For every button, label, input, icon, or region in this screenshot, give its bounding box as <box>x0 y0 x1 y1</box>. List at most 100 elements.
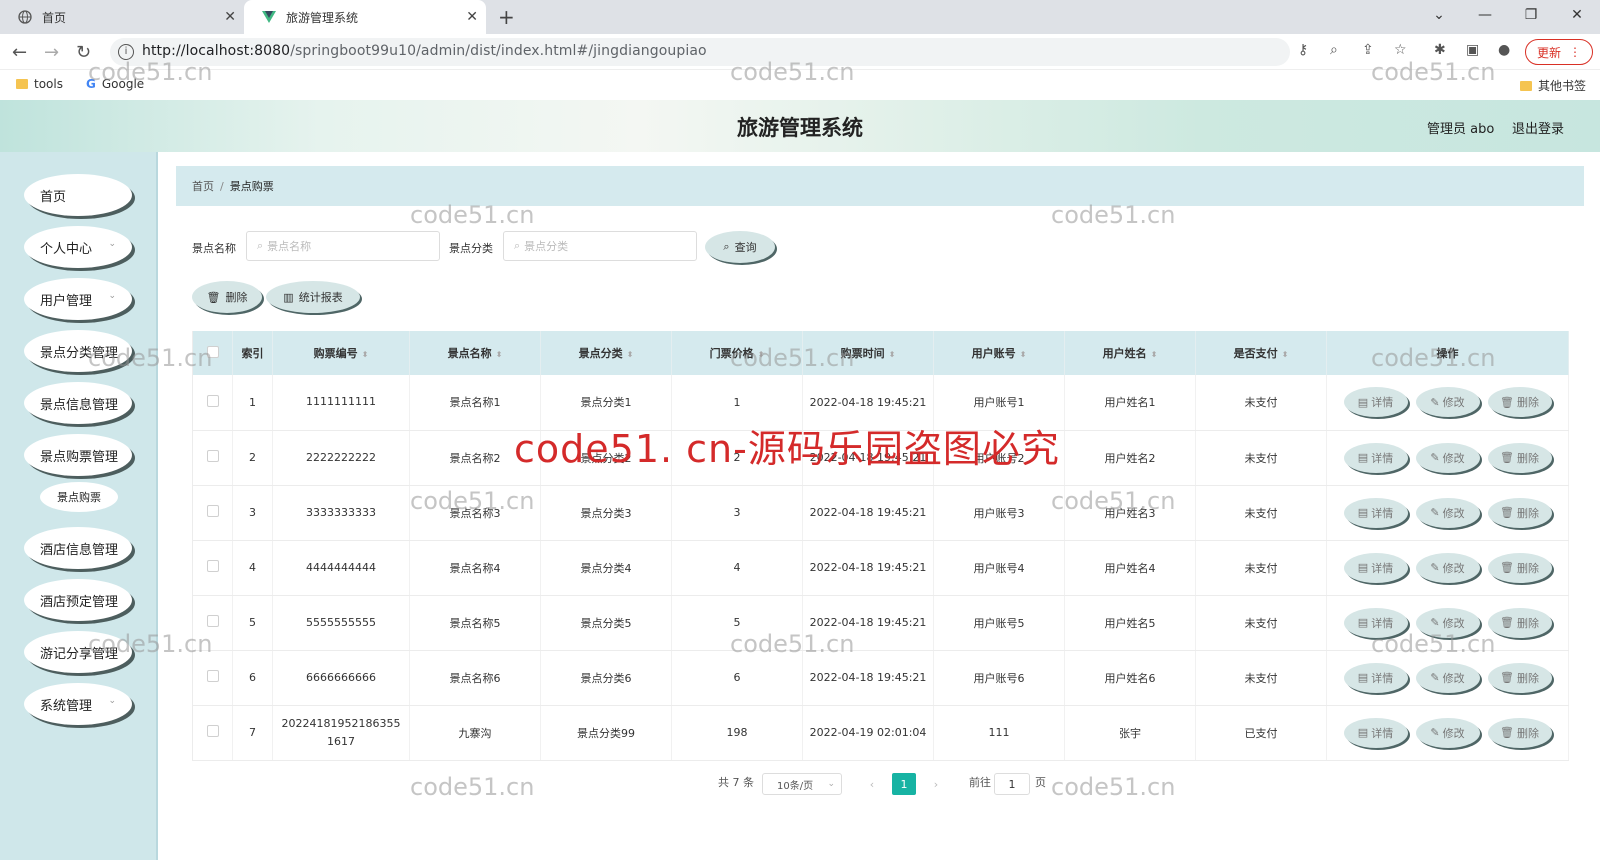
star-icon[interactable]: ☆ <box>1394 42 1407 58</box>
detail-button[interactable]: ▤ 详情 <box>1343 607 1408 638</box>
share-icon[interactable]: ⇪ <box>1362 42 1374 58</box>
edit-button[interactable]: ✎ 修改 <box>1415 607 1480 638</box>
delete-button[interactable]: 🗑 删除 <box>1487 607 1552 638</box>
detail-button[interactable]: ▤ 详情 <box>1343 717 1408 748</box>
pencil-icon: ✎ <box>1430 671 1440 684</box>
prev-page-icon[interactable]: ‹ <box>860 773 884 795</box>
select-all-checkbox[interactable] <box>192 331 233 375</box>
browser-tab-bar: 首页 ✕ 旅游管理系统 ✕ + ⌄ — ❐ ✕ <box>0 0 1600 34</box>
close-window-icon[interactable]: ✕ <box>1554 0 1600 30</box>
edit-button[interactable]: ✎ 修改 <box>1415 552 1480 583</box>
col-header-category[interactable]: 景点分类 ⬍ <box>540 331 672 375</box>
minimize-icon[interactable]: — <box>1462 0 1508 30</box>
update-button[interactable]: 更新 ⋮ <box>1525 39 1593 65</box>
row-checkbox[interactable] <box>192 430 233 486</box>
next-page-icon[interactable]: › <box>924 773 948 795</box>
scenic-category-input[interactable]: ⌕ 景点分类 <box>503 231 697 261</box>
delete-button[interactable]: 🗑 删除 <box>1487 387 1552 418</box>
col-header-paid[interactable]: 是否支付 ⬍ <box>1195 331 1327 375</box>
table-row: 5 5555555555 景点名称5 景点分类5 5 2022-04-18 19:45:2… <box>192 595 1569 651</box>
sidebar-item-home[interactable]: 首页 <box>24 174 132 216</box>
page-number-current[interactable]: 1 <box>892 773 916 795</box>
browser-tab-active[interactable]: 旅游管理系统 ✕ <box>244 0 486 34</box>
delete-button[interactable]: 🗑 删除 <box>1487 552 1552 583</box>
breadcrumb-home[interactable]: 首页 <box>192 178 214 194</box>
page-size-select[interactable]: 10条/页 ⌄ <box>762 773 842 795</box>
sidebar-item-scenic-info[interactable]: 景点信息管理 <box>24 382 132 424</box>
detail-button[interactable]: ▤ 详情 <box>1343 497 1408 528</box>
edit-button[interactable]: ✎ 修改 <box>1415 497 1480 528</box>
pencil-icon: ✎ <box>1430 395 1440 409</box>
browser-tab-home[interactable]: 首页 ✕ <box>0 0 244 34</box>
edit-button[interactable]: ✎ 修改 <box>1415 662 1480 693</box>
row-checkbox[interactable] <box>192 595 233 651</box>
cell-actions: ▤ 详情 ✎ 修改 🗑 删除 <box>1326 430 1569 486</box>
sidebar-subitem-ticket[interactable]: 景点购票 <box>40 482 118 512</box>
watermark: code51.cn <box>1051 773 1176 801</box>
cell-paid: 未支付 <box>1195 650 1327 706</box>
row-checkbox[interactable] <box>192 540 233 596</box>
profile-icon[interactable]: ● <box>1498 42 1510 58</box>
site-info-icon[interactable]: i <box>118 44 134 60</box>
delete-button[interactable]: 🗑 删除 <box>1487 717 1552 748</box>
trash-icon: 🗑 <box>1500 395 1514 409</box>
sidebar-item-scenic-category[interactable]: 景点分类管理 <box>24 330 132 372</box>
pencil-icon: ✎ <box>1430 726 1440 739</box>
bookmark-google[interactable]: G Google <box>86 77 144 91</box>
detail-button[interactable]: ▤ 详情 <box>1343 387 1408 418</box>
extensions-icon[interactable]: ✱ <box>1434 42 1446 58</box>
document-icon: ▤ <box>1357 506 1369 519</box>
col-header-name[interactable]: 景点名称 ⬍ <box>409 331 541 375</box>
restore-icon[interactable]: ❐ <box>1508 0 1554 30</box>
sidebar-item-system[interactable]: 系统管理 ⌄ <box>24 683 132 725</box>
sidepanel-icon[interactable]: ▣ <box>1466 42 1479 58</box>
col-header-time[interactable]: 购票时间 ⬍ <box>802 331 934 375</box>
row-checkbox[interactable] <box>192 375 233 431</box>
col-header-price[interactable]: 门票价格 ⬍ <box>671 331 803 375</box>
sort-icon: ⬍ <box>1281 349 1289 359</box>
tab-search-chevron-icon[interactable]: ⌄ <box>1416 0 1462 30</box>
detail-button[interactable]: ▤ 详情 <box>1343 552 1408 583</box>
close-tab-icon[interactable]: ✕ <box>224 9 236 25</box>
edit-button[interactable]: ✎ 修改 <box>1415 442 1480 473</box>
delete-button[interactable]: 🗑 删除 <box>1487 442 1552 473</box>
sidebar-item-hotel-info[interactable]: 酒店信息管理 <box>24 527 132 569</box>
sidebar-item-users[interactable]: 用户管理 ⌄ <box>24 278 132 320</box>
trash-icon: 🗑 <box>1500 671 1514 684</box>
close-tab-icon[interactable]: ✕ <box>466 9 478 25</box>
col-header-user[interactable]: 用户姓名 ⬍ <box>1064 331 1196 375</box>
sidebar-item-ticket-mgmt[interactable]: 景点购票管理 <box>24 434 132 476</box>
forward-icon[interactable]: → <box>44 42 59 63</box>
edit-button[interactable]: ✎ 修改 <box>1415 387 1480 418</box>
omnibox[interactable]: i http://localhost:8080/springboot99u10/… <box>110 38 1290 66</box>
row-checkbox[interactable] <box>192 650 233 706</box>
bookmark-other[interactable]: 其他书签 <box>1520 77 1586 94</box>
goto-page-input[interactable]: 1 <box>994 773 1030 795</box>
sidebar-item-profile[interactable]: 个人中心 ⌄ <box>24 226 132 268</box>
key-icon[interactable]: ⚷ <box>1298 42 1308 58</box>
back-icon[interactable]: ← <box>12 42 27 63</box>
row-checkbox[interactable] <box>192 485 233 541</box>
cell-account: 111 <box>933 705 1065 761</box>
reload-icon[interactable]: ↻ <box>76 42 91 63</box>
logout-link[interactable]: 退出登录 <box>1512 118 1564 137</box>
zoom-icon[interactable]: ⌕ <box>1330 42 1338 58</box>
edit-button[interactable]: ✎ 修改 <box>1415 717 1480 748</box>
col-header-account[interactable]: 用户账号 ⬍ <box>933 331 1065 375</box>
scenic-name-input[interactable]: ⌕ 景点名称 <box>246 231 440 261</box>
sidebar-item-travelogue[interactable]: 游记分享管理 <box>24 631 132 673</box>
row-checkbox[interactable] <box>192 705 233 761</box>
detail-button[interactable]: ▤ 详情 <box>1343 662 1408 693</box>
document-icon: ▤ <box>1357 671 1369 684</box>
detail-button[interactable]: ▤ 详情 <box>1343 442 1408 473</box>
delete-button[interactable]: 🗑 删除 <box>1487 497 1552 528</box>
statistics-report-button[interactable]: ▥ 统计报表 <box>266 281 360 313</box>
delete-button[interactable]: 🗑 删除 <box>1487 662 1552 693</box>
sidebar-item-hotel-booking[interactable]: 酒店预定管理 <box>24 579 132 621</box>
col-header-ticket-no[interactable]: 购票编号 ⬍ <box>272 331 410 375</box>
query-button[interactable]: ⌕ 查询 <box>705 231 775 263</box>
new-tab-icon[interactable]: + <box>498 5 515 29</box>
cell-actions: ▤ 详情 ✎ 修改 🗑 删除 <box>1326 485 1569 541</box>
batch-delete-button[interactable]: 🗑 删除 <box>192 281 262 313</box>
bookmark-tools[interactable]: tools <box>16 77 63 91</box>
